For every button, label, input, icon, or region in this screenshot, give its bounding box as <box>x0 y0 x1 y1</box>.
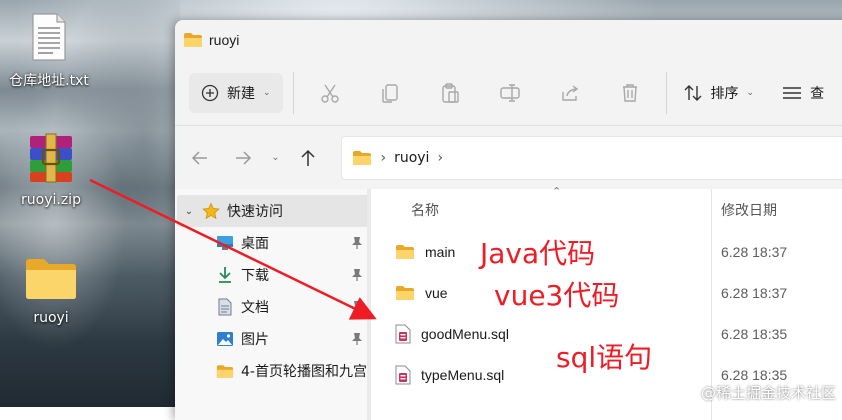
file-row[interactable]: main 6.28 18:37 <box>371 231 842 272</box>
file-modified-date: 6.28 18:37 <box>721 284 788 301</box>
sql-file-icon <box>395 324 411 343</box>
text-file-icon <box>32 13 66 61</box>
view-button[interactable]: 查 <box>772 83 834 103</box>
desktop-icon-txt[interactable]: 仓库地址.txt <box>4 12 94 90</box>
explorer-window: ruoyi 新建 ⌄ 排序 ⌄ 查 ⌄ › ruoyi › ⌄ 快速访问 桌面 … <box>175 20 842 420</box>
sidebar-item-label: 文档 <box>241 300 269 316</box>
column-header-row: 名称 ⌃ 修改日期 <box>371 185 842 231</box>
paste-icon <box>441 82 459 103</box>
command-bar: 新建 ⌄ 排序 ⌄ 查 <box>175 60 842 126</box>
forward-button[interactable] <box>221 150 263 166</box>
chevron-down-icon: ⌄ <box>746 87 755 98</box>
column-header-modified[interactable]: 修改日期 <box>671 200 777 220</box>
share-icon <box>561 84 578 101</box>
new-button-label: 新建 <box>227 85 255 102</box>
sidebar-item-label: 快速访问 <box>227 204 283 220</box>
star-icon <box>201 201 221 221</box>
pin-icon[interactable] <box>351 236 363 254</box>
sort-icon <box>684 84 702 101</box>
file-name: typeMenu.sql <box>421 366 505 383</box>
address-bar[interactable]: › ruoyi › <box>341 135 842 180</box>
view-button-label: 查 <box>810 85 825 102</box>
file-modified-date: 6.28 18:37 <box>721 243 788 260</box>
rename-icon <box>499 83 520 102</box>
share-button[interactable] <box>540 73 600 113</box>
file-name: vue <box>425 284 448 301</box>
file-name: goodMenu.sql <box>421 325 509 342</box>
view-list-icon <box>783 86 802 99</box>
navigation-pane: ⌄ 快速访问 桌面 下载 文档 图片 4-首页轮播图和九宫 <box>175 189 371 420</box>
sidebar-item-folder[interactable]: 4-首页轮播图和九宫 <box>175 355 371 387</box>
annotation-java: Java代码 <box>480 237 596 270</box>
chevron-right-icon: › <box>380 149 387 166</box>
desktop-icon-label: ruoyi <box>33 310 69 326</box>
chevron-down-icon[interactable]: ⌄ <box>177 206 201 217</box>
sidebar-item-downloads[interactable]: 下载 <box>175 259 371 291</box>
sidebar-item-pictures[interactable]: 图片 <box>175 323 371 355</box>
cut-button[interactable] <box>300 73 360 113</box>
desktop-icon <box>215 233 235 253</box>
back-button[interactable] <box>179 150 221 166</box>
rename-button[interactable] <box>480 73 540 113</box>
sidebar-item-quick-access[interactable]: ⌄ 快速访问 <box>177 195 369 227</box>
chevron-down-icon: ⌄ <box>263 87 271 98</box>
folder-icon <box>353 150 372 165</box>
recent-locations-button[interactable]: ⌄ <box>264 152 287 163</box>
desktop-icon-folder[interactable]: ruoyi <box>6 256 96 326</box>
file-modified-date: 6.28 18:35 <box>721 366 788 383</box>
sort-button[interactable]: 排序 ⌄ <box>673 83 765 103</box>
arrow-up-icon <box>301 149 315 166</box>
plus-circle-icon <box>201 84 219 101</box>
ribbon-divider <box>665 71 667 114</box>
desktop-icon-label: ruoyi.zip <box>21 192 81 208</box>
copy-button[interactable] <box>360 73 420 113</box>
arrow-right-icon <box>235 150 251 165</box>
sidebar-item-desktop[interactable]: 桌面 <box>175 227 371 259</box>
pin-icon[interactable] <box>351 300 363 318</box>
sql-file-icon <box>395 365 411 384</box>
folder-icon <box>396 244 414 259</box>
sidebar-item-documents[interactable]: 文档 <box>175 291 371 323</box>
watermark: @稀土掘金技术社区 <box>700 384 836 402</box>
annotation-sql: sql语句 <box>556 341 653 374</box>
chevron-right-icon[interactable]: › <box>437 150 443 166</box>
folder-icon <box>215 361 235 381</box>
pin-icon[interactable] <box>351 268 363 286</box>
delete-icon <box>622 83 637 102</box>
sort-button-label: 排序 <box>710 85 739 102</box>
sidebar-item-label: 图片 <box>241 332 269 348</box>
copy-icon <box>381 83 398 103</box>
folder-icon <box>396 285 414 300</box>
sidebar-item-label: 下载 <box>241 268 269 284</box>
arrow-left-icon <box>192 150 208 165</box>
column-header-name[interactable]: 名称 <box>371 200 671 220</box>
breadcrumb-item[interactable]: ruoyi <box>394 150 429 166</box>
sidebar-item-label: 桌面 <box>241 236 269 252</box>
desktop-icon-label: 仓库地址.txt <box>9 73 89 89</box>
folder-icon <box>184 33 202 47</box>
pin-icon[interactable] <box>351 332 363 350</box>
folder-icon <box>26 259 76 299</box>
delete-button[interactable] <box>600 73 660 113</box>
window-title: ruoyi <box>209 32 240 48</box>
winrar-archive-icon <box>30 133 72 183</box>
chevron-down-icon: ⌄ <box>271 152 280 163</box>
paste-button[interactable] <box>420 73 480 113</box>
navigation-bar: ⌄ › ruoyi › <box>175 126 842 189</box>
file-name: main <box>425 243 456 260</box>
cut-icon <box>320 84 339 103</box>
sort-ascending-icon: ⌃ <box>552 185 562 198</box>
up-button[interactable] <box>287 149 329 167</box>
title-bar[interactable]: ruoyi <box>175 20 842 60</box>
desktop-icon-zip[interactable]: ruoyi.zip <box>6 132 96 208</box>
file-modified-date: 6.28 18:35 <box>721 325 788 342</box>
picture-icon <box>215 329 235 349</box>
new-button[interactable]: 新建 ⌄ <box>189 72 283 113</box>
document-icon <box>215 297 235 317</box>
ribbon-divider <box>292 71 294 114</box>
annotation-vue3: vue3代码 <box>494 279 620 312</box>
sidebar-item-label: 4-首页轮播图和九宫 <box>241 364 367 380</box>
download-icon <box>215 265 235 285</box>
